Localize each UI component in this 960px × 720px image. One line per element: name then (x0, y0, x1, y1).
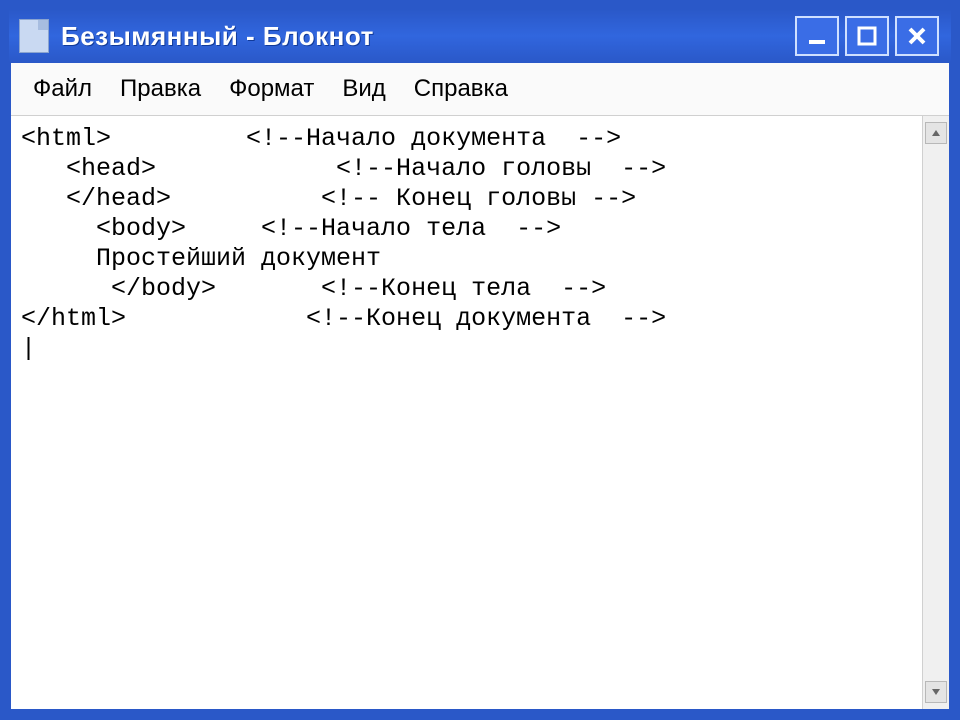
text-editor[interactable]: <html> <!--Начало документа --> <head> <… (11, 116, 922, 709)
minimize-icon (806, 25, 828, 47)
window-controls (795, 16, 939, 56)
scroll-up-button[interactable] (925, 122, 947, 144)
notepad-icon (19, 19, 49, 53)
maximize-button[interactable] (845, 16, 889, 56)
client-area: Файл Правка Формат Вид Справка <html> <!… (9, 63, 951, 711)
menu-view[interactable]: Вид (330, 69, 401, 109)
window-frame: Безымянный - Блокнот Файл (6, 6, 954, 714)
close-icon (906, 25, 928, 47)
chevron-down-icon (931, 687, 941, 697)
menu-file[interactable]: Файл (21, 69, 108, 109)
menu-bar: Файл Правка Формат Вид Справка (11, 63, 949, 116)
titlebar[interactable]: Безымянный - Блокнот (9, 9, 951, 63)
minimize-button[interactable] (795, 16, 839, 56)
menu-help[interactable]: Справка (402, 69, 524, 109)
menu-edit[interactable]: Правка (108, 69, 217, 109)
menu-format[interactable]: Формат (217, 69, 330, 109)
editor-area: <html> <!--Начало документа --> <head> <… (11, 116, 949, 709)
chevron-up-icon (931, 128, 941, 138)
close-button[interactable] (895, 16, 939, 56)
maximize-icon (856, 25, 878, 47)
scroll-down-button[interactable] (925, 681, 947, 703)
window-title: Безымянный - Блокнот (61, 21, 795, 52)
vertical-scrollbar[interactable] (922, 116, 949, 709)
